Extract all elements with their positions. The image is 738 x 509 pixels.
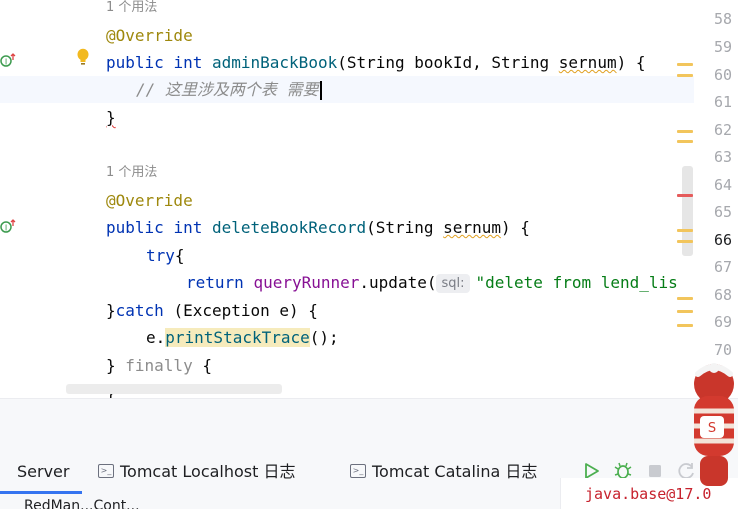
warning-marker[interactable] [677,324,693,327]
method-call: .update( [359,273,437,292]
line-number: 67 [713,258,732,276]
code-area[interactable]: I I 1 个用法 @Override public int adminBack… [0,0,694,398]
service-tree-item[interactable]: RedMan...Cont... [24,498,140,509]
param-name: sernum [443,218,501,237]
tab-label: Tomcat Localhost 日志 [120,462,296,481]
console-icon: >_ [350,463,366,478]
text-caret [319,81,322,100]
intention-bulb-icon[interactable] [76,48,90,66]
keyword: catch [115,301,164,320]
method-params: (String bookId, String [337,53,559,72]
keyword: public [106,53,164,72]
code-text: e. [146,328,166,347]
code-line: try{ [146,242,185,269]
implements-method-icon[interactable]: I [0,52,16,68]
method-call: printStackTrace [165,328,310,347]
keyword: public [106,218,164,237]
line-number-gutter: 58 59 60 61 62 63 64 65 66 67 68 69 70 [694,0,738,398]
line-number-active: 66 [713,231,732,249]
code-line: return queryRunner.update(sql: "delete fr… [186,269,678,296]
keyword: return [186,273,244,292]
tab-label: Tomcat Catalina 日志 [372,462,538,481]
code-punct: { [174,246,185,265]
annotation: @Override [106,26,193,45]
code-line: } [106,104,116,131]
method-name: deleteBookRecord [211,218,367,237]
warning-marker[interactable] [677,297,693,300]
keyword: finally [125,356,193,375]
tab-tomcat-localhost-log[interactable]: >_ Tomcat Localhost 日志 [98,450,296,494]
warning-marker[interactable] [677,310,693,313]
code-editor[interactable]: I I 1 个用法 @Override public int adminBack… [0,0,738,398]
param-name: sernum [558,53,617,72]
line-number: 68 [713,286,732,304]
warning-marker[interactable] [677,74,693,77]
usage-hint[interactable]: 1 个用法 [106,159,157,186]
keyword: int [173,53,203,72]
field-name: queryRunner [253,273,360,292]
line-number: 63 [713,148,732,166]
current-line-highlight [0,76,694,103]
panel-separator [0,398,738,451]
warning-marker[interactable] [677,229,693,232]
string-literal: "delete from lend_lis [475,273,678,292]
svg-text:S: S [708,421,716,436]
code-line: @Override [106,22,193,49]
annotation: @Override [106,191,193,210]
code-punct: } [106,301,116,320]
code-punct: { [192,356,212,375]
console-icon: >_ [98,463,114,478]
line-number: 65 [713,203,732,221]
horizontal-scrollbar[interactable] [66,384,282,394]
mascot-character-icon: S [694,363,734,486]
line-number: 59 [713,38,732,56]
line-number: 64 [713,176,732,194]
code-punct: ) { [500,218,530,237]
keyword: int [173,218,203,237]
code-punct: } [106,356,126,375]
code-text: (Exception e) { [163,301,318,320]
warning-marker[interactable] [677,240,693,243]
line-number: 69 [713,313,732,331]
code-line: public int deleteBookRecord(String sernu… [106,214,530,241]
code-line: }catch (Exception e) { [106,297,318,324]
line-number: 58 [713,10,732,28]
keyword: try [146,246,175,265]
warning-marker[interactable] [677,140,693,143]
tab-server[interactable]: Server [17,450,69,494]
line-number: 61 [713,93,732,111]
usage-hint[interactable]: 1 个用法 [106,0,157,21]
line-number: 60 [713,66,732,84]
parameter-hint: sql: [436,274,470,293]
code-line: @Override [106,187,193,214]
warning-marker[interactable] [677,130,693,133]
svg-text:I: I [5,224,7,233]
method-name: adminBackBook [211,53,338,72]
code-punct: } [106,108,116,127]
code-line: public int adminBackBook(String bookId, … [106,49,645,76]
method-params: (String [366,218,444,237]
line-number: 62 [713,121,732,139]
code-punct: (); [309,328,339,347]
warning-marker[interactable] [677,63,693,66]
svg-text:I: I [5,58,7,67]
implements-method-icon[interactable]: I [0,218,16,234]
code-line: e.printStackTrace(); [146,324,339,351]
code-comment: // 这里涉及两个表 需要 [136,80,319,99]
code-punct: ) { [616,53,646,72]
tab-tomcat-catalina-log[interactable]: >_ Tomcat Catalina 日志 [350,450,537,494]
error-marker[interactable] [677,194,693,197]
code-line: // 这里涉及两个表 需要 [136,76,322,103]
code-line: } finally { [106,352,212,379]
